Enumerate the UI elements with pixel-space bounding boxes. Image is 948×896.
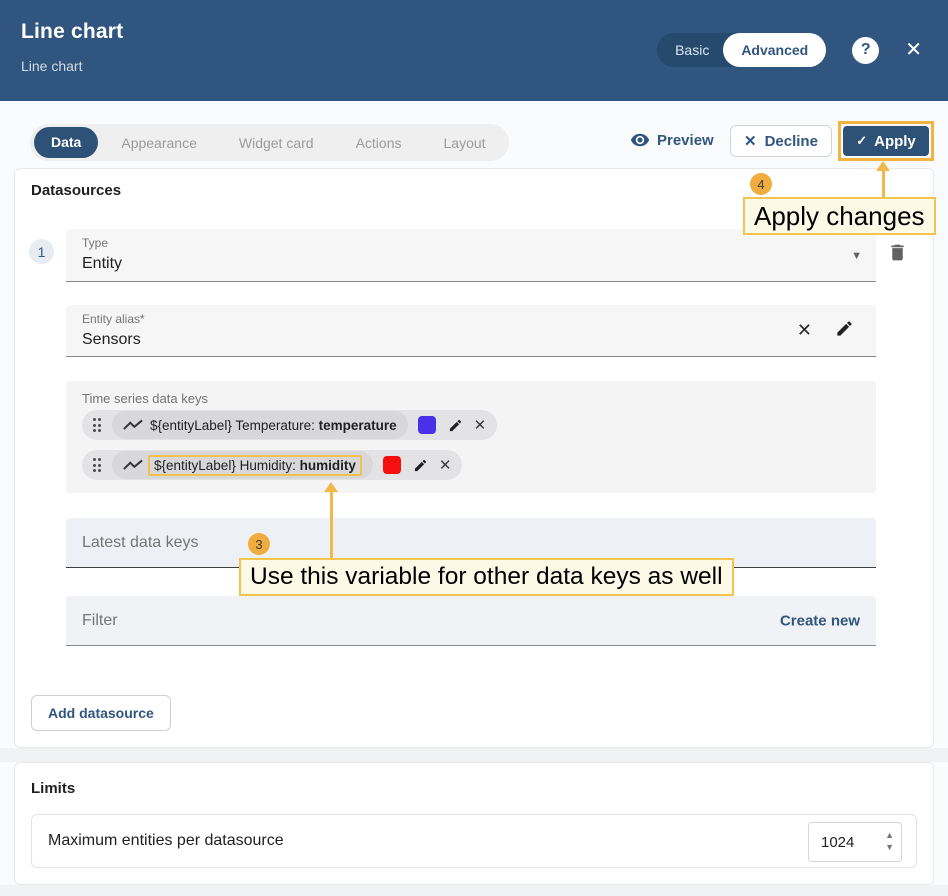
annotation-apply-changes: Apply changes [743,197,936,235]
data-key-chip-humidity[interactable]: ${entityLabel} Humidity: humidity ✕ [82,450,462,480]
max-entities-input-box[interactable]: ▲ ▼ [808,822,902,862]
entity-alias-value: Sensors [82,331,141,349]
help-icon[interactable]: ? [852,37,879,64]
apply-label: Apply [874,133,916,150]
datasources-card: Datasources 1 Type Entity ▼ Entity alias… [14,168,934,748]
limits-heading: Limits [31,780,75,797]
annotation-arrow-3-line [330,492,333,558]
max-entities-input[interactable] [809,823,879,861]
color-swatch[interactable] [418,416,436,434]
basic-advanced-toggle[interactable]: Basic Advanced [657,33,826,67]
decline-button[interactable]: ✕ Decline [730,125,832,157]
pencil-icon [448,418,463,433]
pencil-icon [413,458,428,473]
dialog-title: Line chart [21,20,123,44]
datasources-heading: Datasources [31,182,121,199]
remove-data-key-icon[interactable]: ✕ [474,416,487,434]
number-stepper[interactable]: ▲ ▼ [885,830,894,853]
tab-actions[interactable]: Actions [335,135,423,151]
decline-x-icon: ✕ [744,132,757,150]
annotation-badge-4: 4 [750,173,772,195]
datasource-type-select[interactable]: Type Entity ▼ [66,229,876,282]
timeseries-label: Time series data keys [82,391,208,406]
delete-datasource-button[interactable] [887,242,908,263]
type-label: Type [82,236,108,250]
settings-tab-bar: Data Appearance Widget card Actions Layo… [30,124,509,161]
type-value: Entity [82,255,122,273]
data-key-chip-body[interactable]: ${entityLabel} Temperature: temperature [112,411,408,439]
create-new-filter-link[interactable]: Create new [780,612,860,629]
eye-icon [630,130,650,150]
annotation-use-variable: Use this variable for other data keys as… [239,558,734,596]
pencil-icon [835,319,854,338]
max-entities-row: Maximum entities per datasource ▲ ▼ [31,814,917,868]
tab-layout[interactable]: Layout [423,135,507,151]
limits-card: Limits Maximum entities per datasource ▲… [14,762,934,885]
check-icon: ✓ [856,133,867,149]
toggle-option-advanced[interactable]: Advanced [723,33,826,67]
timeseries-data-keys-panel: Time series data keys ${entityLabel} Tem… [66,381,876,493]
data-key-chip-body[interactable]: ${entityLabel} Humidity: humidity [112,451,373,479]
timeseries-line-icon [123,459,143,471]
edit-alias-button[interactable] [835,319,854,338]
data-key-chip-temperature[interactable]: ${entityLabel} Temperature: temperature … [82,410,497,440]
annotation-badge-3: 3 [248,533,270,555]
entity-alias-label: Entity alias* [82,312,145,326]
entity-alias-field[interactable]: Entity alias* Sensors ✕ [66,305,876,357]
remove-data-key-icon[interactable]: ✕ [439,456,452,474]
clear-alias-icon[interactable]: ✕ [797,320,812,341]
annotation-arrow-4-line [882,171,885,197]
tab-data[interactable]: Data [34,127,98,158]
filter-field[interactable]: Filter Create new [66,596,876,646]
annotation-arrow-3-head [324,482,338,492]
chevron-down-icon[interactable]: ▼ [851,250,862,262]
apply-button[interactable]: ✓ Apply [843,126,929,156]
tab-appearance[interactable]: Appearance [100,135,218,151]
timeseries-line-icon [123,419,143,431]
max-entities-label: Maximum entities per datasource [48,832,284,850]
stepper-down-icon[interactable]: ▼ [885,842,894,853]
add-datasource-button[interactable]: Add datasource [31,695,171,731]
apply-button-highlight: ✓ Apply [838,121,934,161]
annotation-arrow-4-head [876,161,890,171]
data-key-chip-label: ${entityLabel} Temperature: temperature [150,418,397,433]
drag-handle-icon[interactable] [82,418,112,432]
toggle-option-basic[interactable]: Basic [675,42,709,58]
preview-label: Preview [657,132,714,149]
tab-widget-card[interactable]: Widget card [218,135,335,151]
dialog-subtitle: Line chart [21,58,82,74]
preview-button[interactable]: Preview [630,130,714,150]
latest-data-keys-label: Latest data keys [82,534,199,552]
color-swatch[interactable] [383,456,401,474]
edit-data-key-button[interactable] [448,418,463,433]
decline-label: Decline [765,133,818,150]
bottom-gap [0,885,948,896]
drag-handle-icon[interactable] [82,458,112,472]
card-gap [0,748,948,762]
trash-icon [887,242,908,263]
datasource-index-badge: 1 [29,239,54,264]
highlighted-data-key-label: ${entityLabel} Humidity: humidity [148,455,362,476]
edit-data-key-button[interactable] [413,458,428,473]
dialog-header: Line chart Line chart Basic Advanced ? ✕ [0,0,948,101]
filter-label: Filter [82,612,118,630]
stepper-up-icon[interactable]: ▲ [885,830,894,841]
close-icon[interactable]: ✕ [905,40,922,60]
